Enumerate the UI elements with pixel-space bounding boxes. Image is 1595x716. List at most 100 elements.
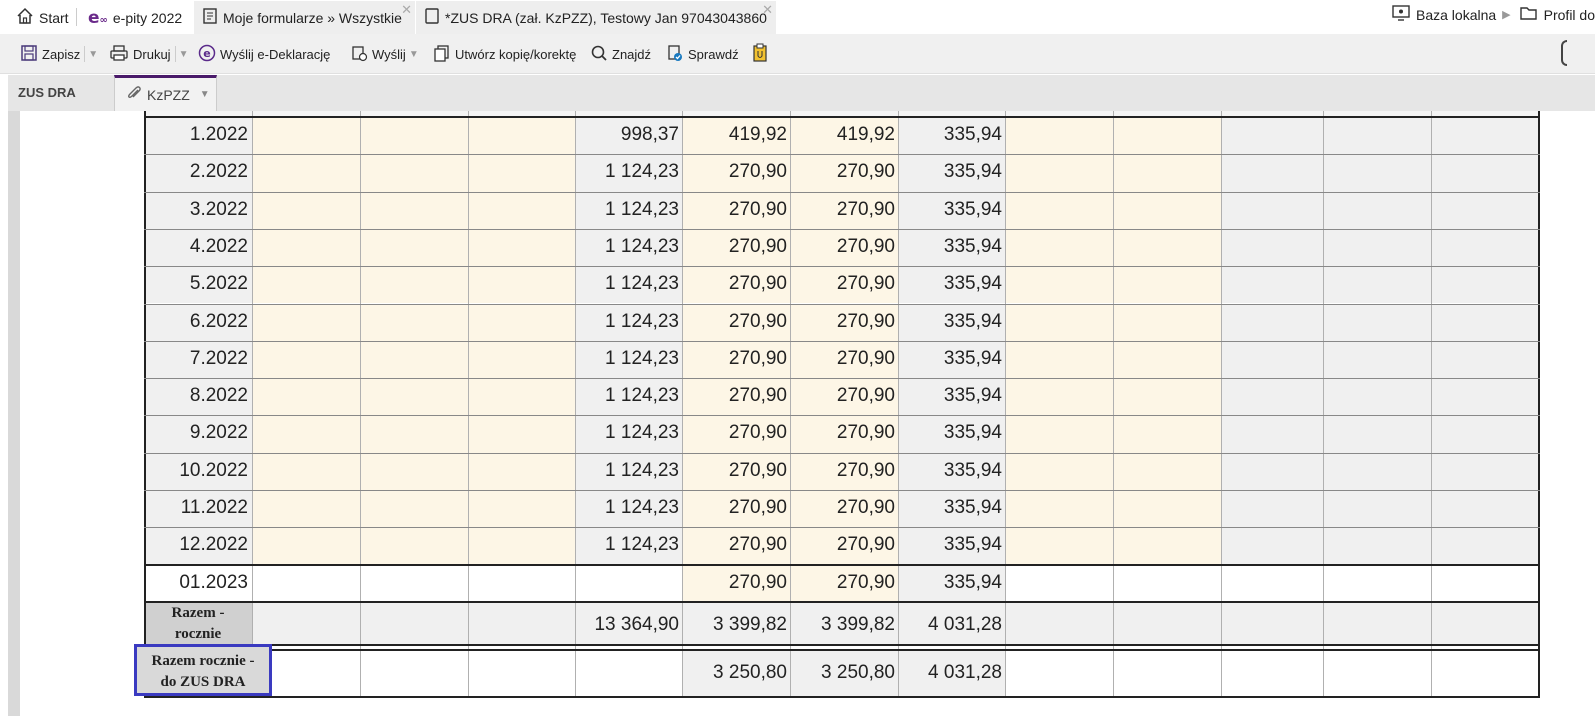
table-cell[interactable] — [468, 527, 575, 565]
table-cell[interactable] — [1005, 154, 1113, 192]
table-cell[interactable] — [252, 154, 360, 192]
table-cell[interactable] — [1323, 303, 1431, 341]
table-cell[interactable] — [468, 191, 575, 229]
table-cell[interactable] — [1005, 564, 1113, 602]
table-cell[interactable] — [1005, 527, 1113, 565]
table-cell[interactable] — [1113, 527, 1221, 565]
table-cell[interactable] — [1323, 564, 1431, 602]
table-cell[interactable] — [1221, 452, 1323, 490]
table-cell[interactable] — [1431, 117, 1538, 155]
table-cell[interactable] — [1113, 117, 1221, 155]
table-cell[interactable] — [468, 490, 575, 528]
table-cell[interactable] — [468, 154, 575, 192]
table-cell[interactable] — [252, 378, 360, 416]
table-cell[interactable] — [1431, 228, 1538, 267]
table-cell[interactable] — [252, 415, 360, 453]
table-cell[interactable] — [252, 452, 360, 490]
table-cell[interactable] — [1221, 340, 1323, 379]
table-cell[interactable] — [468, 340, 575, 379]
table-cell[interactable] — [1221, 527, 1323, 565]
table-cell[interactable] — [468, 378, 575, 416]
table-cell[interactable] — [360, 228, 468, 267]
table-cell[interactable] — [360, 191, 468, 229]
table-cell[interactable] — [1113, 303, 1221, 341]
table-cell[interactable] — [1431, 266, 1538, 304]
local-db-link[interactable]: Baza lokalna ▶ — [1391, 4, 1511, 25]
table-cell[interactable] — [1431, 154, 1538, 192]
table-cell[interactable] — [252, 228, 360, 267]
table-cell[interactable] — [1431, 340, 1538, 379]
table-cell[interactable] — [252, 527, 360, 565]
table-cell[interactable] — [1323, 228, 1431, 267]
table-cell[interactable] — [1221, 303, 1323, 341]
table-cell[interactable] — [1221, 564, 1323, 602]
table-cell[interactable] — [1323, 266, 1431, 304]
table-cell[interactable] — [1431, 490, 1538, 528]
table-cell[interactable] — [360, 415, 468, 453]
table-cell[interactable] — [468, 228, 575, 267]
copy-correction-button[interactable]: Utwórz kopię/korektę — [433, 42, 576, 66]
table-cell[interactable] — [360, 154, 468, 192]
table-cell[interactable] — [1113, 191, 1221, 229]
table-cell[interactable] — [1005, 378, 1113, 416]
table-cell[interactable] — [1113, 490, 1221, 528]
table-cell[interactable] — [468, 266, 575, 304]
scroll-arrow[interactable] — [1561, 40, 1567, 66]
table-cell[interactable] — [1221, 228, 1323, 267]
table-cell[interactable] — [1431, 527, 1538, 565]
table-cell[interactable] — [468, 564, 575, 602]
tab-zus-dra[interactable]: *ZUS DRA (zał. KzPZZ), Testowy Jan 97043… — [416, 1, 776, 34]
table-cell[interactable] — [468, 415, 575, 453]
table-cell[interactable] — [1005, 191, 1113, 229]
table-cell[interactable] — [360, 340, 468, 379]
table-cell[interactable] — [1113, 378, 1221, 416]
table-cell[interactable] — [1431, 303, 1538, 341]
table-cell[interactable] — [1005, 340, 1113, 379]
section-tab-zus-dra[interactable]: ZUS DRA — [18, 85, 76, 100]
table-cell[interactable] — [1005, 266, 1113, 304]
table-cell[interactable] — [252, 490, 360, 528]
table-cell[interactable] — [1005, 452, 1113, 490]
table-cell[interactable] — [360, 452, 468, 490]
table-cell[interactable] — [1323, 527, 1431, 565]
table-cell[interactable] — [1323, 154, 1431, 192]
find-button[interactable]: Znajdź — [590, 42, 651, 66]
attachment-button[interactable] — [751, 42, 773, 66]
table-cell[interactable] — [1431, 191, 1538, 229]
table-cell[interactable] — [1323, 452, 1431, 490]
tab-start[interactable]: Start — [8, 1, 77, 34]
print-button[interactable]: Drukuj ▼ — [109, 42, 188, 66]
table-cell[interactable] — [1005, 117, 1113, 155]
table-cell[interactable] — [1431, 452, 1538, 490]
save-button[interactable]: Zapisz ▼ — [20, 42, 98, 66]
table-cell[interactable] — [1221, 415, 1323, 453]
table-cell[interactable] — [468, 117, 575, 155]
table-cell[interactable] — [252, 564, 360, 602]
table-cell[interactable] — [252, 117, 360, 155]
send-edeclaration-button[interactable]: e Wyślij e-Deklarację — [198, 42, 330, 66]
table-cell[interactable] — [1323, 415, 1431, 453]
table-cell[interactable] — [360, 490, 468, 528]
table-cell[interactable] — [1323, 117, 1431, 155]
table-cell[interactable] — [1221, 266, 1323, 304]
chevron-down-icon[interactable]: ▼ — [200, 89, 210, 100]
table-cell[interactable] — [1113, 154, 1221, 192]
table-cell[interactable] — [360, 303, 468, 341]
chevron-down-icon[interactable]: ▼ — [88, 49, 98, 60]
table-cell[interactable] — [1005, 303, 1113, 341]
table-cell[interactable] — [1323, 340, 1431, 379]
table-cell[interactable] — [1431, 378, 1538, 416]
send-button[interactable]: Wyślij ▼ — [350, 42, 419, 66]
table-cell[interactable] — [1323, 378, 1431, 416]
close-icon[interactable]: ✕ — [762, 2, 773, 18]
table-cell[interactable] — [252, 191, 360, 229]
table-cell[interactable] — [468, 452, 575, 490]
table-cell[interactable] — [1113, 228, 1221, 267]
profile-link[interactable]: Profil do — [1519, 4, 1595, 25]
table-cell[interactable] — [1221, 490, 1323, 528]
table-cell[interactable] — [1113, 452, 1221, 490]
table-cell[interactable] — [360, 564, 468, 602]
table-cell[interactable] — [1323, 191, 1431, 229]
table-cell[interactable] — [1431, 415, 1538, 453]
table-cell[interactable] — [1113, 340, 1221, 379]
